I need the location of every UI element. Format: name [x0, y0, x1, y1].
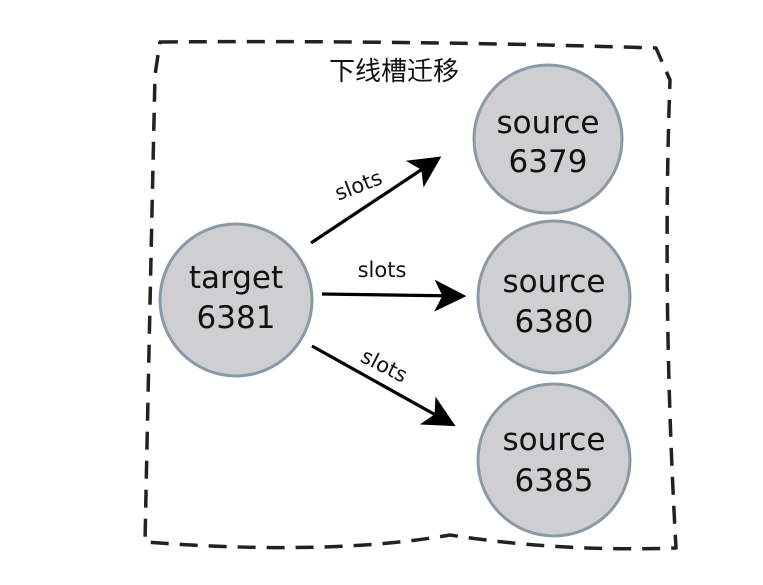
- source-node-port: 6385: [515, 463, 594, 499]
- source-node-port: 6380: [515, 304, 594, 340]
- source-node-6379: source 6379: [472, 63, 624, 215]
- edge-to-source-6380: slots: [321, 258, 467, 312]
- group-title: 下线槽迁移: [329, 57, 459, 87]
- target-node-label: target: [189, 260, 283, 296]
- source-node-label: source: [503, 264, 606, 300]
- source-node-6380: source 6380: [476, 219, 632, 375]
- source-node-6385: source 6385: [476, 382, 632, 538]
- edge-to-source-6379: slots: [310, 156, 442, 245]
- source-node-port: 6379: [509, 144, 588, 180]
- edge-label-slots: slots: [358, 258, 407, 282]
- source-node-label: source: [503, 422, 606, 458]
- slot-migration-diagram: 下线槽迁移 slots slots slots target 6381 sour…: [143, 39, 678, 551]
- edge-to-source-6385: slots: [311, 344, 456, 427]
- edge-label-slots: slots: [357, 344, 411, 388]
- target-node-port: 6381: [197, 300, 276, 336]
- source-node-label: source: [497, 105, 600, 141]
- target-node: target 6381: [158, 222, 314, 378]
